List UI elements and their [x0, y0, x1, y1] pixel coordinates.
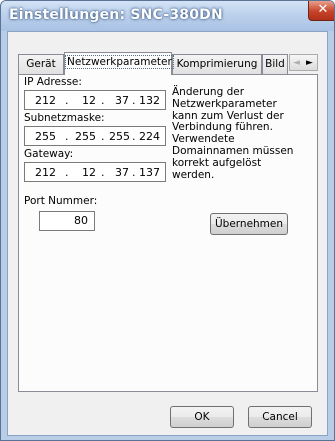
network-settings-panel: IP Adresse: 212 . 12 . 37 . 132 Subnetzm…	[18, 74, 318, 392]
tab-strip: Gerät Netzwerkparameter Komprimierung Bi…	[18, 52, 318, 75]
tab-netzwerkparameter[interactable]: Netzwerkparameter	[64, 52, 174, 75]
ip-octet-4: 132	[139, 94, 160, 107]
subnet-octet-4: 224	[139, 130, 160, 143]
tab-geraet[interactable]: Gerät	[18, 54, 64, 74]
title-bar[interactable]: Einstellungen: SNC-380DN ✕	[1, 1, 334, 31]
ip-octet-2: 12	[82, 94, 96, 107]
close-icon[interactable]: ✕	[308, 1, 334, 21]
subnet-dot: .	[132, 130, 136, 143]
port-number-label: Port Nummer:	[24, 195, 98, 207]
subnet-dot: .	[65, 130, 69, 143]
ip-address-label: IP Adresse:	[24, 76, 82, 88]
dialog-client-area: Gerät Netzwerkparameter Komprimierung Bi…	[7, 31, 328, 436]
apply-button[interactable]: Übernehmen	[210, 213, 288, 235]
ip-dot: .	[132, 94, 136, 107]
subnet-octet-1: 255	[35, 130, 56, 143]
gateway-octet-4: 137	[139, 166, 160, 179]
cancel-button[interactable]: Cancel	[248, 406, 312, 428]
tab-scroll-right-icon[interactable]: ►	[303, 55, 316, 71]
subnet-octet-3: 255	[109, 130, 130, 143]
gateway-field[interactable]: 212 . 12 . 37 . 137	[24, 162, 166, 182]
gateway-dot: .	[65, 166, 69, 179]
tab-bild[interactable]: Bild	[262, 54, 288, 74]
gateway-octet-3: 37	[115, 166, 129, 179]
subnet-mask-field[interactable]: 255 . 255 . 255 . 224	[24, 126, 166, 146]
gateway-octet-1: 212	[35, 166, 56, 179]
tab-scroll-left-icon[interactable]: ◄	[290, 55, 303, 71]
settings-window: Einstellungen: SNC-380DN ✕ Gerät Netzwer…	[0, 0, 335, 441]
tab-scroll-buttons: ◄ ►	[289, 54, 318, 71]
gateway-dot: .	[132, 166, 136, 179]
gateway-label: Gateway:	[24, 148, 74, 160]
ip-dot: .	[101, 94, 105, 107]
ip-octet-3: 37	[115, 94, 129, 107]
tab-komprimierung[interactable]: Komprimierung	[172, 54, 262, 74]
window-title: Einstellungen: SNC-380DN	[9, 7, 223, 23]
ok-button[interactable]: OK	[170, 406, 234, 428]
gateway-dot: .	[101, 166, 105, 179]
subnet-dot: .	[101, 130, 105, 143]
subnet-mask-label: Subnetzmaske:	[24, 112, 105, 124]
ip-dot: .	[65, 94, 69, 107]
subnet-octet-2: 255	[75, 130, 96, 143]
gateway-octet-2: 12	[82, 166, 96, 179]
port-number-field[interactable]: 80	[39, 211, 95, 231]
tab-netzwerkparameter-label: Netzwerkparameter	[65, 55, 174, 69]
ip-address-field[interactable]: 212 . 12 . 37 . 132	[24, 90, 166, 110]
ip-octet-1: 212	[35, 94, 56, 107]
network-change-warning: Änderung der Netzwerkparameter kann zum …	[172, 86, 294, 181]
